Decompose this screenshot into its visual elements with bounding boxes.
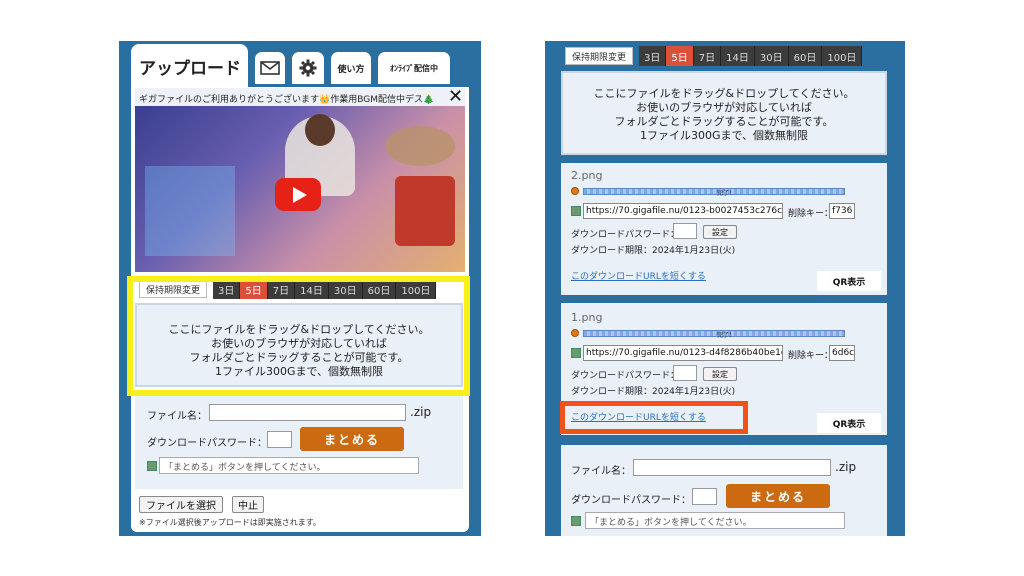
file-card: 2.png 完了！ https://70.gigafile.nu/0123-b0… [561,163,887,295]
duration-100d[interactable]: 100日 [822,46,863,66]
filename-label: ファイル名： [571,466,631,477]
filename-input[interactable] [633,459,831,476]
link-icon [571,516,581,526]
select-file-button[interactable]: ファイルを選択 [139,496,223,513]
file-name: 2.png [571,169,603,182]
qr-button[interactable]: QR表示 [817,271,881,291]
password-label: ダウンロードパスワード： [571,495,691,506]
dropzone-line3: フォルダごとドラッグすることが可能です。 [614,115,834,128]
password-input[interactable] [267,431,292,448]
matome-button[interactable]: まとめる [300,427,404,451]
mail-button[interactable] [255,52,285,84]
set-password-button[interactable]: 設定 [703,225,737,239]
shorten-link-highlight [560,401,748,434]
password-label: ダウンロードパスワード： [571,371,680,381]
password-input[interactable] [673,223,697,239]
progress-bar [583,188,845,195]
password-input[interactable] [673,365,697,381]
delete-key-label: 削除キー： [788,351,834,361]
link-icon [571,348,581,358]
hint-field: 「まとめる」ボタンを押してください。 [159,457,419,474]
duration-3d[interactable]: 3日 [639,46,667,66]
duration-7d[interactable]: 7日 [694,46,722,66]
live-tab[interactable]: ｵﾝﾗｲﾌﾞ配信中 [378,52,450,84]
notice-text: ギガファイルのご利用ありがとうございます👑作業用BGM配信中デス🎄 [135,88,465,106]
download-url-field[interactable]: https://70.gigafile.nu/0123-b0027453c276… [583,203,783,219]
pack-form: ファイル名： .zip ダウンロードパスワード： まとめる 「まとめる」ボタンを… [561,445,887,536]
link-icon [571,206,581,216]
duration-30d[interactable]: 30日 [755,46,789,66]
dropzone-line2: お使いのブラウザが対応していれば [636,101,812,114]
password-label: ダウンロードパスワード： [147,438,267,449]
progress-status: 完了！ [717,190,736,197]
duration-14d[interactable]: 14日 [721,46,755,66]
delete-key-label: 削除キー： [788,209,834,219]
duration-label: 保持期限変更 [565,47,634,65]
filename-input[interactable] [209,404,406,421]
link-icon [147,461,157,471]
set-password-button[interactable]: 設定 [703,367,737,381]
password-input[interactable] [692,488,717,505]
footnote: ※ファイル選択後アップロードは即実施されます。 [139,518,321,527]
delete-key-field[interactable]: f736 [829,203,855,219]
stop-button[interactable]: 中止 [232,496,264,513]
close-icon[interactable]: ✕ [448,88,463,106]
deadline-text: ダウンロード期限：2024年1月23日(火) [571,387,736,397]
right-upload-panel: 保持期限変更 3日 5日 7日 14日 30日 60日 100日 ここにファイル… [545,41,905,536]
hint-field: 「まとめる」ボタンを押してください。 [585,512,845,529]
duration-selector: 保持期限変更 3日 5日 7日 14日 30日 60日 100日 [565,46,863,66]
dropzone-line1: ここにファイルをドラッグ&ドロップしてください。 [593,87,855,100]
stop-icon[interactable] [571,329,579,337]
dropzone-highlight [127,276,470,396]
qr-button[interactable]: QR表示 [817,413,881,433]
youtube-play-icon[interactable] [275,178,321,211]
deadline-text: ダウンロード期限：2024年1月23日(火) [571,246,736,256]
dropzone[interactable]: ここにファイルをドラッグ&ドロップしてください。 お使いのブラウザが対応していれ… [561,71,887,155]
delete-key-field[interactable]: 6d6c [829,345,855,361]
mail-icon [260,61,280,75]
password-label: ダウンロードパスワード： [571,230,680,240]
matome-button[interactable]: まとめる [726,484,830,508]
shorten-url-link[interactable]: このダウンロードURLを短くする [571,269,706,282]
zip-ext: .zip [410,405,432,419]
stop-icon[interactable] [571,187,579,195]
filename-label: ファイル名： [147,411,207,422]
zip-ext: .zip [835,460,857,474]
file-name: 1.png [571,311,603,324]
youtube-banner[interactable] [135,106,465,272]
settings-button[interactable] [292,52,324,84]
progress-bar [583,330,845,337]
progress-status: 完了！ [717,332,736,339]
tab-upload[interactable]: アップロード [131,44,248,88]
duration-5d[interactable]: 5日 [666,46,694,66]
gear-icon [299,59,317,77]
dropzone-line4: 1ファイル300Gまで、個数無制限 [639,129,809,142]
duration-60d[interactable]: 60日 [789,46,823,66]
download-url-field[interactable]: https://70.gigafile.nu/0123-d4f8286b40be… [583,345,783,361]
howto-tab[interactable]: 使い方 [331,52,371,84]
